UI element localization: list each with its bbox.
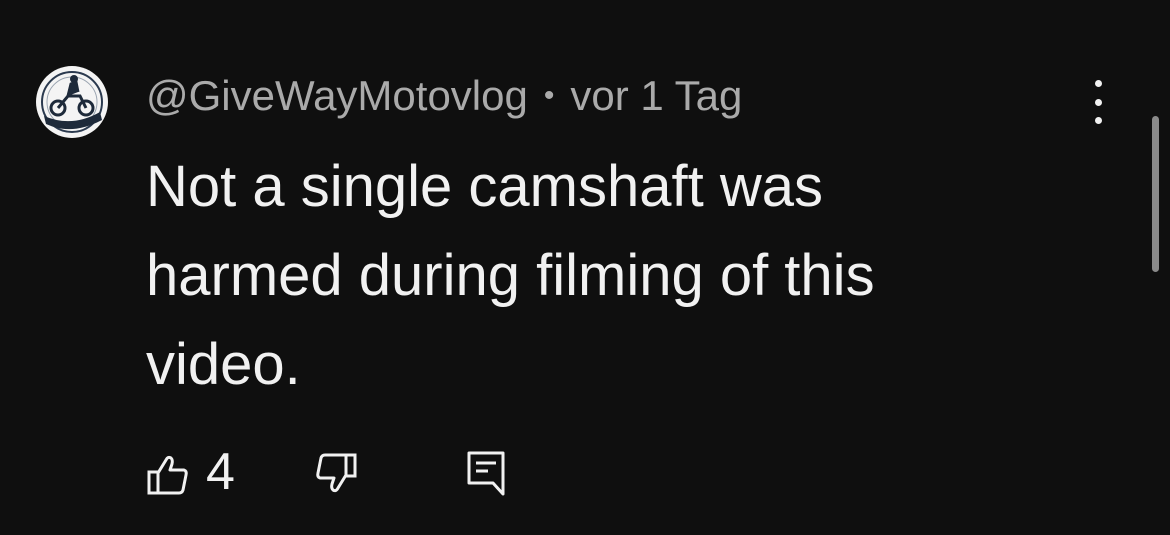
like-count: 4	[206, 443, 235, 501]
timestamp: vor 1 Tag	[570, 72, 743, 119]
scrollbar[interactable]	[1152, 116, 1159, 272]
author-handle[interactable]: @GiveWayMotovlog	[146, 72, 528, 120]
menu-dot	[1094, 117, 1102, 124]
separator-dot: •	[543, 79, 555, 112]
thumbs-up-icon[interactable]	[146, 452, 190, 496]
comment-text: Not a single camshaft was harmed during …	[146, 154, 875, 397]
menu-dot	[1094, 98, 1102, 106]
thumbs-down-icon[interactable]	[314, 452, 358, 496]
menu-dot	[1094, 80, 1102, 87]
reply-comment-icon[interactable]	[466, 450, 506, 496]
giveway-logo	[38, 68, 106, 136]
comment-actions: 4	[146, 444, 526, 500]
comment-header: @GiveWayMotovlog • vor 1 Tag	[146, 70, 742, 122]
avatar[interactable]	[36, 66, 108, 138]
more-vert-icon[interactable]	[1080, 80, 1116, 124]
